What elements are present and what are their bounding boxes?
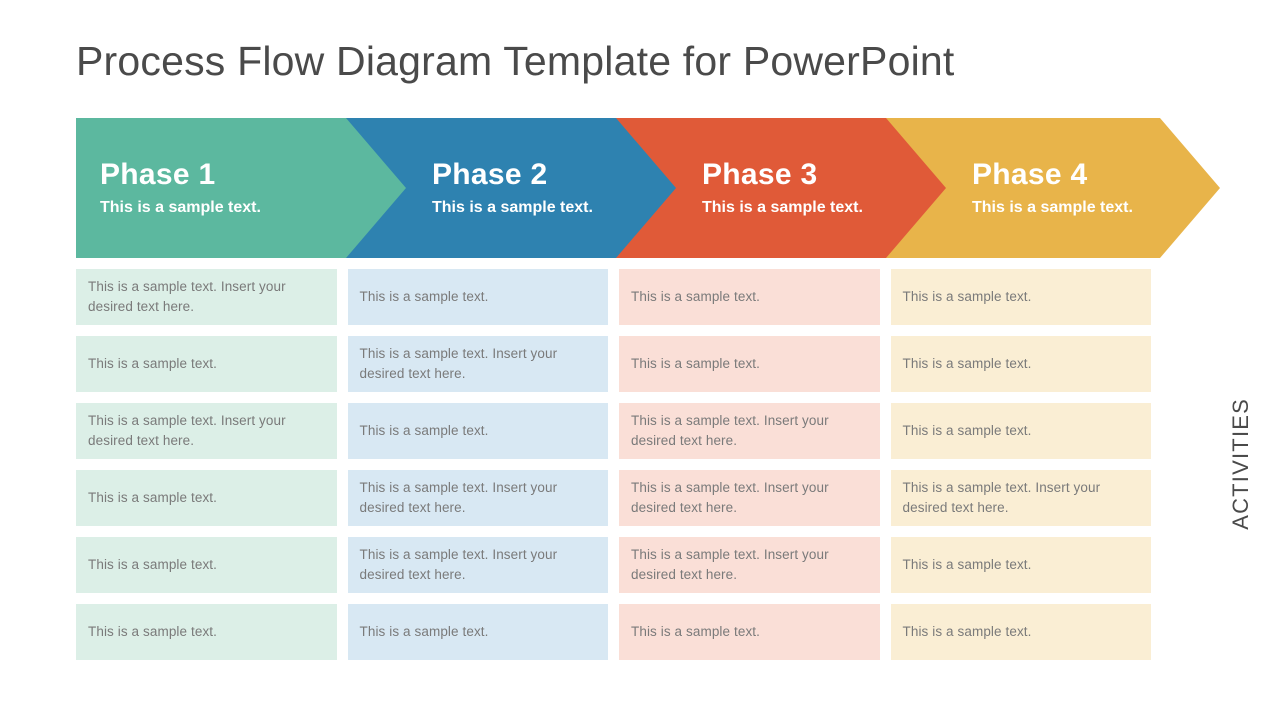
activity-cell[interactable]: This is a sample text. xyxy=(76,336,337,392)
activity-column-2: This is a sample text. This is a sample … xyxy=(347,269,608,660)
phase-4-title: Phase 4 xyxy=(972,158,1088,192)
activity-cell[interactable]: This is a sample text. Insert your desir… xyxy=(619,470,880,526)
activity-cell[interactable]: This is a sample text. xyxy=(347,269,608,325)
page-title: Process Flow Diagram Template for PowerP… xyxy=(76,38,955,84)
activity-cell[interactable]: This is a sample text. xyxy=(76,537,337,593)
activity-cell[interactable]: This is a sample text. xyxy=(619,604,880,660)
activity-cell[interactable]: This is a sample text. Insert your desir… xyxy=(76,403,337,459)
phase-4-subtitle: This is a sample text. xyxy=(972,199,1133,217)
activity-cell[interactable]: This is a sample text. Insert your desir… xyxy=(619,403,880,459)
activity-column-3: This is a sample text. This is a sample … xyxy=(619,269,880,660)
phase-3-content: Phase 3 This is a sample text. xyxy=(640,158,956,217)
activity-cell[interactable]: This is a sample text. xyxy=(347,403,608,459)
activity-cell[interactable]: This is a sample text. xyxy=(890,269,1151,325)
activity-cell[interactable]: This is a sample text. Insert your desir… xyxy=(347,470,608,526)
phase-1-content: Phase 1 This is a sample text. xyxy=(100,158,416,217)
phase-3-title: Phase 3 xyxy=(702,158,818,192)
activity-cell[interactable]: This is a sample text. xyxy=(890,336,1151,392)
activity-column-1: This is a sample text. Insert your desir… xyxy=(76,269,337,660)
activity-cell[interactable]: This is a sample text. Insert your desir… xyxy=(76,269,337,325)
phase-3-subtitle: This is a sample text. xyxy=(702,199,863,217)
activity-cell[interactable]: This is a sample text. xyxy=(76,470,337,526)
phase-1-subtitle: This is a sample text. xyxy=(100,199,261,217)
phase-1-title: Phase 1 xyxy=(100,158,216,192)
activity-cell[interactable]: This is a sample text. Insert your desir… xyxy=(347,336,608,392)
activity-grid: This is a sample text. Insert your desir… xyxy=(76,269,1151,660)
activity-cell[interactable]: This is a sample text. xyxy=(347,604,608,660)
activity-cell[interactable]: This is a sample text. xyxy=(76,604,337,660)
activity-cell[interactable]: This is a sample text. Insert your desir… xyxy=(890,470,1151,526)
activity-cell[interactable]: This is a sample text. Insert your desir… xyxy=(619,537,880,593)
phase-2-title: Phase 2 xyxy=(432,158,548,192)
activity-cell[interactable]: This is a sample text. xyxy=(890,537,1151,593)
phase-2-subtitle: This is a sample text. xyxy=(432,199,593,217)
activity-cell[interactable]: This is a sample text. xyxy=(619,269,880,325)
phase-4-content: Phase 4 This is a sample text. xyxy=(910,158,1220,217)
activities-side-label: ACTIVITIES xyxy=(1228,398,1253,530)
activity-cell[interactable]: This is a sample text. xyxy=(619,336,880,392)
activity-column-4: This is a sample text. This is a sample … xyxy=(890,269,1151,660)
activity-cell[interactable]: This is a sample text. xyxy=(890,403,1151,459)
activity-cell[interactable]: This is a sample text. Insert your desir… xyxy=(347,537,608,593)
phase-band: Phase 1 This is a sample text. Phase 2 T… xyxy=(76,118,1220,258)
activity-cell[interactable]: This is a sample text. xyxy=(890,604,1151,660)
phase-2-content: Phase 2 This is a sample text. xyxy=(370,158,686,217)
